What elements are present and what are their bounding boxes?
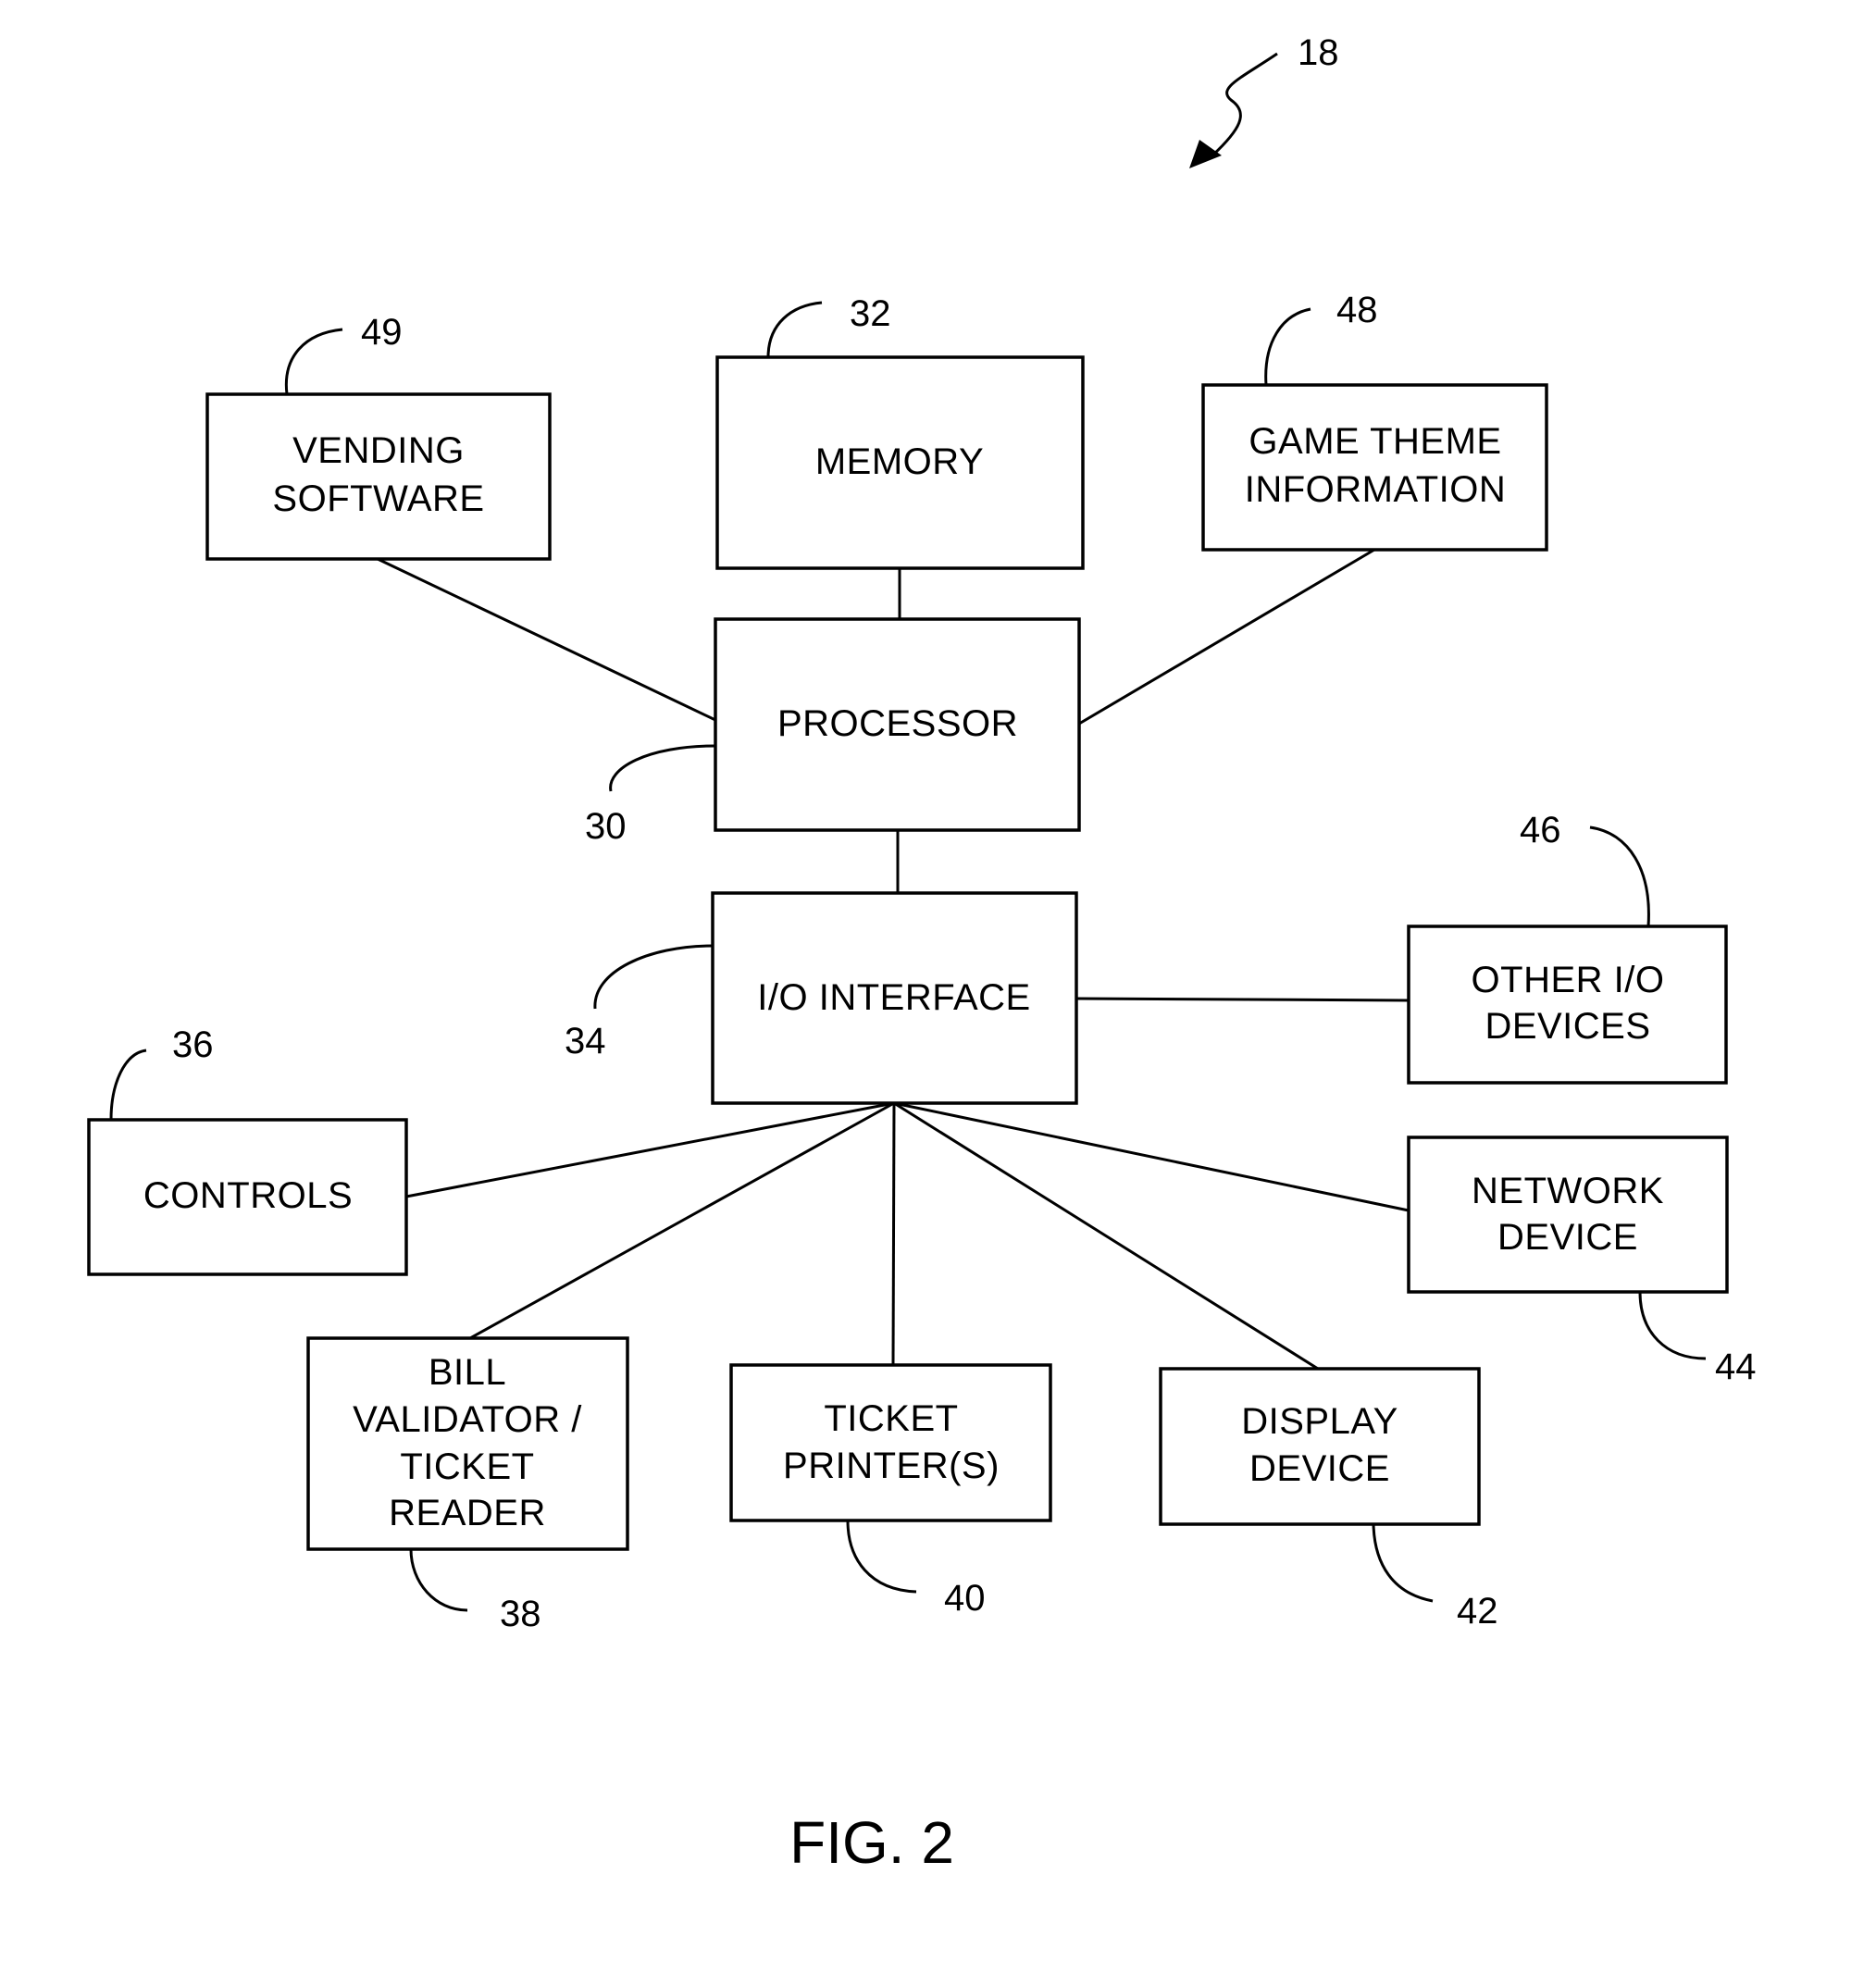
network-device-line-1: NETWORK (1472, 1171, 1664, 1211)
leader-line-48 (1264, 307, 1311, 386)
other-io-line-1: OTHER I/O (1472, 960, 1665, 1000)
leader-line-44 (1638, 1291, 1707, 1360)
ticket-printer-line-2: PRINTER(S) (783, 1446, 1000, 1486)
vending-software-box (205, 392, 552, 561)
game-theme-line-2: INFORMATION (1245, 469, 1507, 510)
network-device-line-2: DEVICE (1497, 1217, 1638, 1258)
connector-io-printer (891, 1102, 896, 1366)
ticket-printer-box (729, 1363, 1052, 1522)
block-network-device: NETWORK DEVICE 44 (1407, 1136, 1757, 1387)
block-ticket-printer: TICKET PRINTER(S) 40 (729, 1363, 1052, 1619)
display-device-box (1159, 1367, 1481, 1526)
bill-validator-line-4: READER (389, 1493, 546, 1533)
block-display-device: DISPLAY DEVICE 42 (1159, 1367, 1498, 1632)
leader-line-42 (1372, 1523, 1434, 1603)
connector-vending-processor (377, 557, 716, 722)
block-bill-validator: BILL VALIDATOR / TICKET READER 38 (306, 1336, 629, 1634)
connector-io-network (893, 1101, 1410, 1212)
connector-io-otherio (1075, 997, 1410, 1002)
block-processor: PROCESSOR 30 (585, 617, 1081, 847)
connector-io-bill (469, 1101, 895, 1340)
bill-validator-line-2: VALIDATOR / (353, 1399, 582, 1440)
ticket-printer-line-1: TICKET (824, 1398, 958, 1439)
display-device-line-1: DISPLAY (1241, 1401, 1398, 1442)
connector-io-display (893, 1101, 1319, 1371)
other-io-box (1407, 925, 1728, 1085)
network-device-box (1407, 1136, 1729, 1294)
ref-label-18: 18 (1298, 32, 1339, 73)
ref-label-30: 30 (585, 806, 627, 847)
ref-label-42: 42 (1457, 1591, 1498, 1632)
vending-software-line-1: VENDING (292, 430, 465, 471)
ref-label-49: 49 (361, 312, 403, 353)
block-memory: MEMORY 32 (715, 293, 1085, 570)
arrow-head-icon (1189, 140, 1222, 168)
ref-label-36: 36 (172, 1024, 214, 1065)
ref-label-38: 38 (500, 1594, 541, 1634)
block-diagram: 18 VENDING SOFTWARE 49 MEMORY 32 GAME TH… (87, 32, 1757, 1876)
leader-line-40 (846, 1520, 917, 1594)
ref-label-48: 48 (1336, 290, 1378, 330)
block-game-theme: GAME THEME INFORMATION 48 (1201, 290, 1548, 552)
block-other-io: OTHER I/O DEVICES 46 (1407, 810, 1728, 1085)
io-interface-label: I/O INTERFACE (757, 977, 1030, 1018)
leader-line-46 (1589, 825, 1650, 927)
display-device-line-2: DEVICE (1249, 1448, 1390, 1489)
leader-line-49 (284, 328, 343, 395)
ref-label-46: 46 (1520, 810, 1561, 850)
connector-gametheme-processor (1078, 548, 1375, 726)
leader-line-30 (609, 744, 716, 792)
block-vending-software: VENDING SOFTWARE 49 (205, 312, 552, 561)
other-io-line-2: DEVICES (1485, 1006, 1650, 1047)
squiggle-arrow-shaft (1211, 52, 1278, 157)
block-controls: CONTROLS 36 (87, 1024, 408, 1276)
leader-line-34 (593, 944, 714, 1010)
game-theme-box (1201, 383, 1548, 552)
connector-io-controls (405, 1101, 895, 1198)
ref-label-32: 32 (850, 293, 891, 334)
bill-validator-line-3: TICKET (400, 1446, 534, 1487)
bill-validator-line-1: BILL (429, 1352, 506, 1393)
block-io-interface: I/O INTERFACE 34 (565, 891, 1078, 1105)
ref-label-44: 44 (1715, 1347, 1757, 1387)
leader-line-36 (109, 1049, 147, 1121)
game-theme-line-1: GAME THEME (1249, 421, 1501, 462)
controls-label: CONTROLS (143, 1175, 353, 1216)
vending-software-line-2: SOFTWARE (272, 478, 484, 519)
ref-label-34: 34 (565, 1021, 606, 1061)
ref-label-40: 40 (944, 1578, 986, 1619)
processor-label: PROCESSOR (777, 703, 1018, 744)
figure-reference-arrow: 18 (1189, 32, 1339, 168)
figure-caption: FIG. 2 (789, 1809, 954, 1876)
leader-line-32 (766, 301, 823, 358)
memory-label: MEMORY (815, 441, 984, 482)
leader-line-38 (409, 1548, 468, 1612)
